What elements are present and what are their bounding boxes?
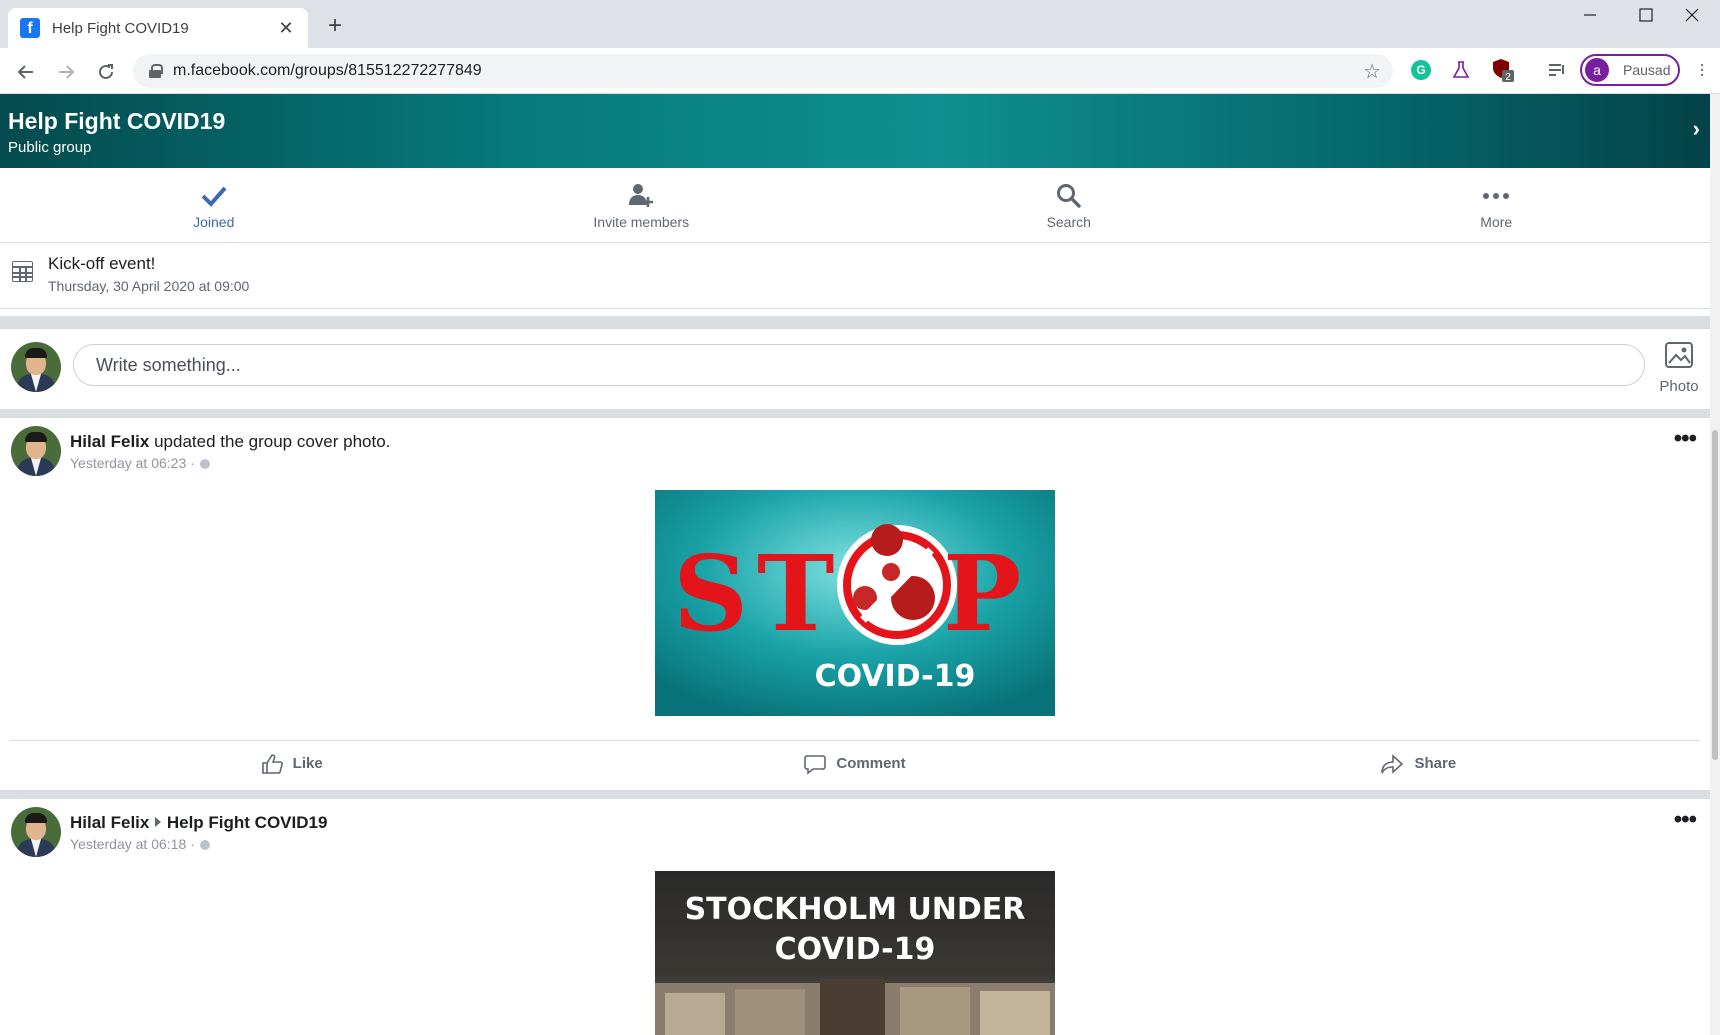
covid-caption: COVID-19: [815, 659, 976, 694]
thumbs-up-icon: [261, 753, 283, 775]
stockholm-caption-line2: COVID-19: [775, 932, 936, 967]
section-divider: [0, 409, 1710, 418]
reaction-bar: Like Comment Share: [10, 740, 1700, 786]
post-timestamp[interactable]: Yesterday at 06:23 ·: [70, 455, 211, 473]
forward-arrow-icon[interactable]: [52, 58, 80, 86]
more-dots-icon: [1482, 182, 1510, 210]
add-person-icon: [628, 182, 654, 210]
stockholm-caption-line1: STOCKHOLM UNDER: [685, 892, 1026, 927]
author-avatar[interactable]: [11, 426, 61, 476]
browser-tab[interactable]: f Help Fight COVID19 ✕: [8, 8, 308, 48]
facebook-favicon-icon: f: [20, 18, 40, 38]
search-label: Search: [1046, 214, 1091, 230]
group-name: Help Fight COVID19: [8, 108, 226, 134]
joined-button[interactable]: Joined: [0, 168, 428, 242]
post-action: updated the group cover photo.: [149, 432, 391, 451]
post-target-group[interactable]: Help Fight COVID19: [167, 813, 328, 832]
comment-label: Comment: [836, 755, 906, 772]
section-divider: [0, 316, 1710, 329]
post-options-icon[interactable]: •••: [1674, 808, 1697, 832]
group-privacy: Public group: [8, 139, 92, 156]
browser-menu-icon[interactable]: · · ·: [1696, 55, 1708, 83]
share-button[interactable]: Share: [1137, 741, 1700, 786]
stop-covid-image[interactable]: S T P COVID-19: [655, 490, 1055, 716]
bookmark-star-icon[interactable]: ☆: [1363, 59, 1381, 84]
profile-button[interactable]: a Pausad: [1580, 54, 1680, 86]
post-author[interactable]: Hilal Felix: [70, 432, 149, 451]
post-composer: Write something... Photo: [0, 329, 1710, 417]
invite-members-button[interactable]: Invite members: [428, 168, 856, 242]
post-options-icon[interactable]: •••: [1674, 427, 1697, 451]
search-button[interactable]: Search: [855, 168, 1283, 242]
tab-title: Help Fight COVID19: [52, 19, 189, 37]
lock-icon: [149, 64, 163, 78]
stop-letter-t: T: [757, 532, 834, 655]
triangle-right-icon: [154, 813, 162, 833]
author-avatar[interactable]: [11, 807, 61, 857]
comment-bubble-icon: [804, 753, 827, 775]
browser-tab-strip: f Help Fight COVID19 ✕ +: [0, 0, 1720, 48]
stockholm-covid-image[interactable]: STOCKHOLM UNDER COVID-19: [655, 871, 1055, 1035]
more-label: More: [1480, 214, 1513, 230]
search-icon: [1056, 182, 1082, 210]
event-row[interactable]: Kick-off event! Thursday, 30 April 2020 …: [0, 243, 1710, 309]
stop-letter-p: P: [943, 532, 1021, 655]
group-header[interactable]: Help Fight COVID19 Public group ›: [0, 94, 1710, 168]
media-playlist-icon[interactable]: [1545, 58, 1569, 82]
globe-icon: [199, 838, 211, 854]
comment-button[interactable]: Comment: [573, 741, 1136, 786]
feed-post: Hilal Felix Help Fight COVID19 Yesterday…: [0, 799, 1710, 1035]
event-date: Thursday, 30 April 2020 at 09:00: [48, 278, 250, 294]
chevron-right-icon[interactable]: ›: [1693, 116, 1700, 142]
browser-toolbar: m.facebook.com/groups/815512272277849 ☆ …: [0, 48, 1720, 94]
page-viewport: Help Fight COVID19 Public group › Joined…: [0, 94, 1710, 1035]
section-divider: [0, 790, 1710, 799]
checkmark-icon: [201, 182, 227, 210]
post-author[interactable]: Hilal Felix: [70, 813, 149, 832]
like-label: Like: [292, 755, 323, 772]
close-window-icon[interactable]: [1664, 0, 1720, 30]
share-label: Share: [1414, 755, 1457, 772]
tab-close-icon[interactable]: ✕: [276, 18, 296, 39]
more-button[interactable]: More: [1283, 168, 1711, 242]
stop-letter-s: S: [673, 532, 748, 655]
ext-badge: 2: [1505, 72, 1511, 83]
url-text: m.facebook.com/groups/815512272277849: [173, 62, 482, 79]
joined-label: Joined: [193, 214, 235, 230]
grammarly-icon[interactable]: G: [1409, 58, 1433, 82]
calendar-icon: [12, 261, 33, 282]
globe-icon: [199, 457, 211, 473]
feed-post: Hilal Felix updated the group cover phot…: [0, 418, 1710, 781]
share-arrow-icon: [1380, 753, 1404, 775]
photo-icon: [1665, 342, 1693, 368]
photo-label: Photo: [1659, 378, 1699, 395]
scrollbar-thumb[interactable]: [1712, 430, 1718, 760]
post-author-line: Hilal Felix updated the group cover phot…: [70, 432, 390, 452]
reload-icon[interactable]: [92, 58, 120, 86]
back-arrow-icon[interactable]: [12, 58, 40, 86]
write-something-input[interactable]: Write something...: [73, 344, 1645, 386]
user-avatar[interactable]: [11, 342, 61, 392]
photo-button[interactable]: Photo: [1656, 341, 1702, 395]
profile-avatar: a: [1585, 58, 1609, 82]
ublock-icon[interactable]: 2: [1490, 58, 1514, 83]
minimize-icon[interactable]: [1562, 0, 1618, 30]
like-button[interactable]: Like: [10, 741, 573, 786]
post-header: Hilal Felix updated the group cover phot…: [0, 418, 1710, 478]
lab-flask-icon[interactable]: [1449, 58, 1473, 82]
post-header: Hilal Felix Help Fight COVID19 Yesterday…: [0, 799, 1710, 859]
post-author-line: Hilal Felix Help Fight COVID19: [70, 813, 327, 833]
group-actions-bar: Joined Invite members Search More: [0, 168, 1710, 243]
address-bar[interactable]: m.facebook.com/groups/815512272277849 ☆: [133, 54, 1393, 88]
post-timestamp[interactable]: Yesterday at 06:18 ·: [70, 836, 211, 854]
event-title: Kick-off event!: [48, 254, 156, 273]
new-tab-icon[interactable]: +: [322, 12, 348, 40]
invite-members-label: Invite members: [593, 214, 690, 230]
svg-text:G: G: [1416, 63, 1425, 77]
profile-name: Pausad: [1623, 62, 1671, 78]
